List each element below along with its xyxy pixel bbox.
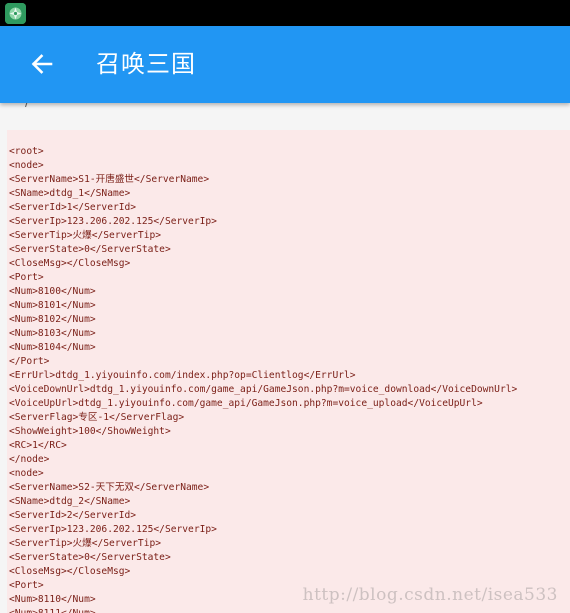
xml-line: <ServerIp>123.206.202.125</ServerIp> (9, 216, 217, 227)
xml-line: <SName>dtdg_2</SName> (9, 496, 131, 507)
xml-line: <Num>8100</Num> (9, 286, 96, 297)
xml-line: <Num>8111</Num> (9, 607, 570, 613)
xml-line: <ServerTip>火爆</ServerTip> (9, 230, 162, 241)
xml-line: <root> (9, 146, 44, 157)
status-indicator (558, 5, 564, 21)
back-button[interactable] (22, 44, 62, 84)
xml-response-block: <root> <node> <ServerName>S1-开唐盛世</ServerN… (7, 130, 570, 613)
xml-line: <ServerIp>123.206.202.125</ServerIp> (9, 524, 217, 535)
xml-line: <VoiceDownUrl>dtdg_1.yiyouinfo.com/game_… (9, 384, 518, 395)
xml-line: </node> (9, 454, 50, 465)
xml-line: <CloseMsg></CloseMsg> (9, 566, 131, 577)
xml-line: <RC>1</RC> (9, 440, 67, 451)
page-title: 召唤三国 (96, 50, 196, 78)
xml-line: <Port> (9, 272, 44, 283)
arrow-left-icon (31, 54, 53, 74)
xml-line: <ShowWeight>100</ShowWeight> (9, 426, 171, 437)
xml-line: <ErrUrl>dtdg_1.yiyouinfo.com/index.php?o… (9, 370, 356, 381)
app-bar: 召唤三国 (0, 26, 570, 103)
watermark: http://blog.csdn.net/isea533 (302, 585, 558, 605)
xml-line: <SName>dtdg_1</SName> (9, 188, 131, 199)
xml-line: </Port> (9, 356, 50, 367)
xml-line: <ServerTip>火爆</ServerTip> (9, 538, 162, 549)
partial-text: / (25, 103, 29, 110)
xml-line: <ServerName>S1-开唐盛世</ServerName> (9, 174, 210, 185)
xml-line: <node> (9, 468, 44, 479)
xml-line: <Num>8102</Num> (9, 314, 96, 325)
xml-line: <ServerFlag>专区-1</ServerFlag> (9, 412, 185, 423)
xml-line: <ServerName>S2-天下无双</ServerName> (9, 482, 210, 493)
xml-line: <node> (9, 160, 44, 171)
content-area[interactable]: / <root> <node> <ServerName>S1-开唐盛世</Serve… (0, 103, 570, 613)
xml-line: <ServerId>1</ServerId> (9, 202, 137, 213)
xml-line: <CloseMsg></CloseMsg> (9, 258, 131, 269)
xml-line: <Num>8104</Num> (9, 342, 96, 353)
status-bar (0, 0, 570, 26)
xml-line: <Num>8101</Num> (9, 300, 96, 311)
app-launcher-icon (5, 3, 26, 24)
xml-line: <Num>8103</Num> (9, 328, 96, 339)
xml-line: <ServerState>0</ServerState> (9, 552, 171, 563)
xml-line: <VoiceUpUrl>dtdg_1.yiyouinfo.com/game_ap… (9, 398, 483, 409)
xml-line: <ServerState>0</ServerState> (9, 244, 171, 255)
xml-lines: <root> <node> <ServerName>S1-开唐盛世</ServerN… (7, 130, 570, 613)
xml-line: <ServerId>2</ServerId> (9, 510, 137, 521)
